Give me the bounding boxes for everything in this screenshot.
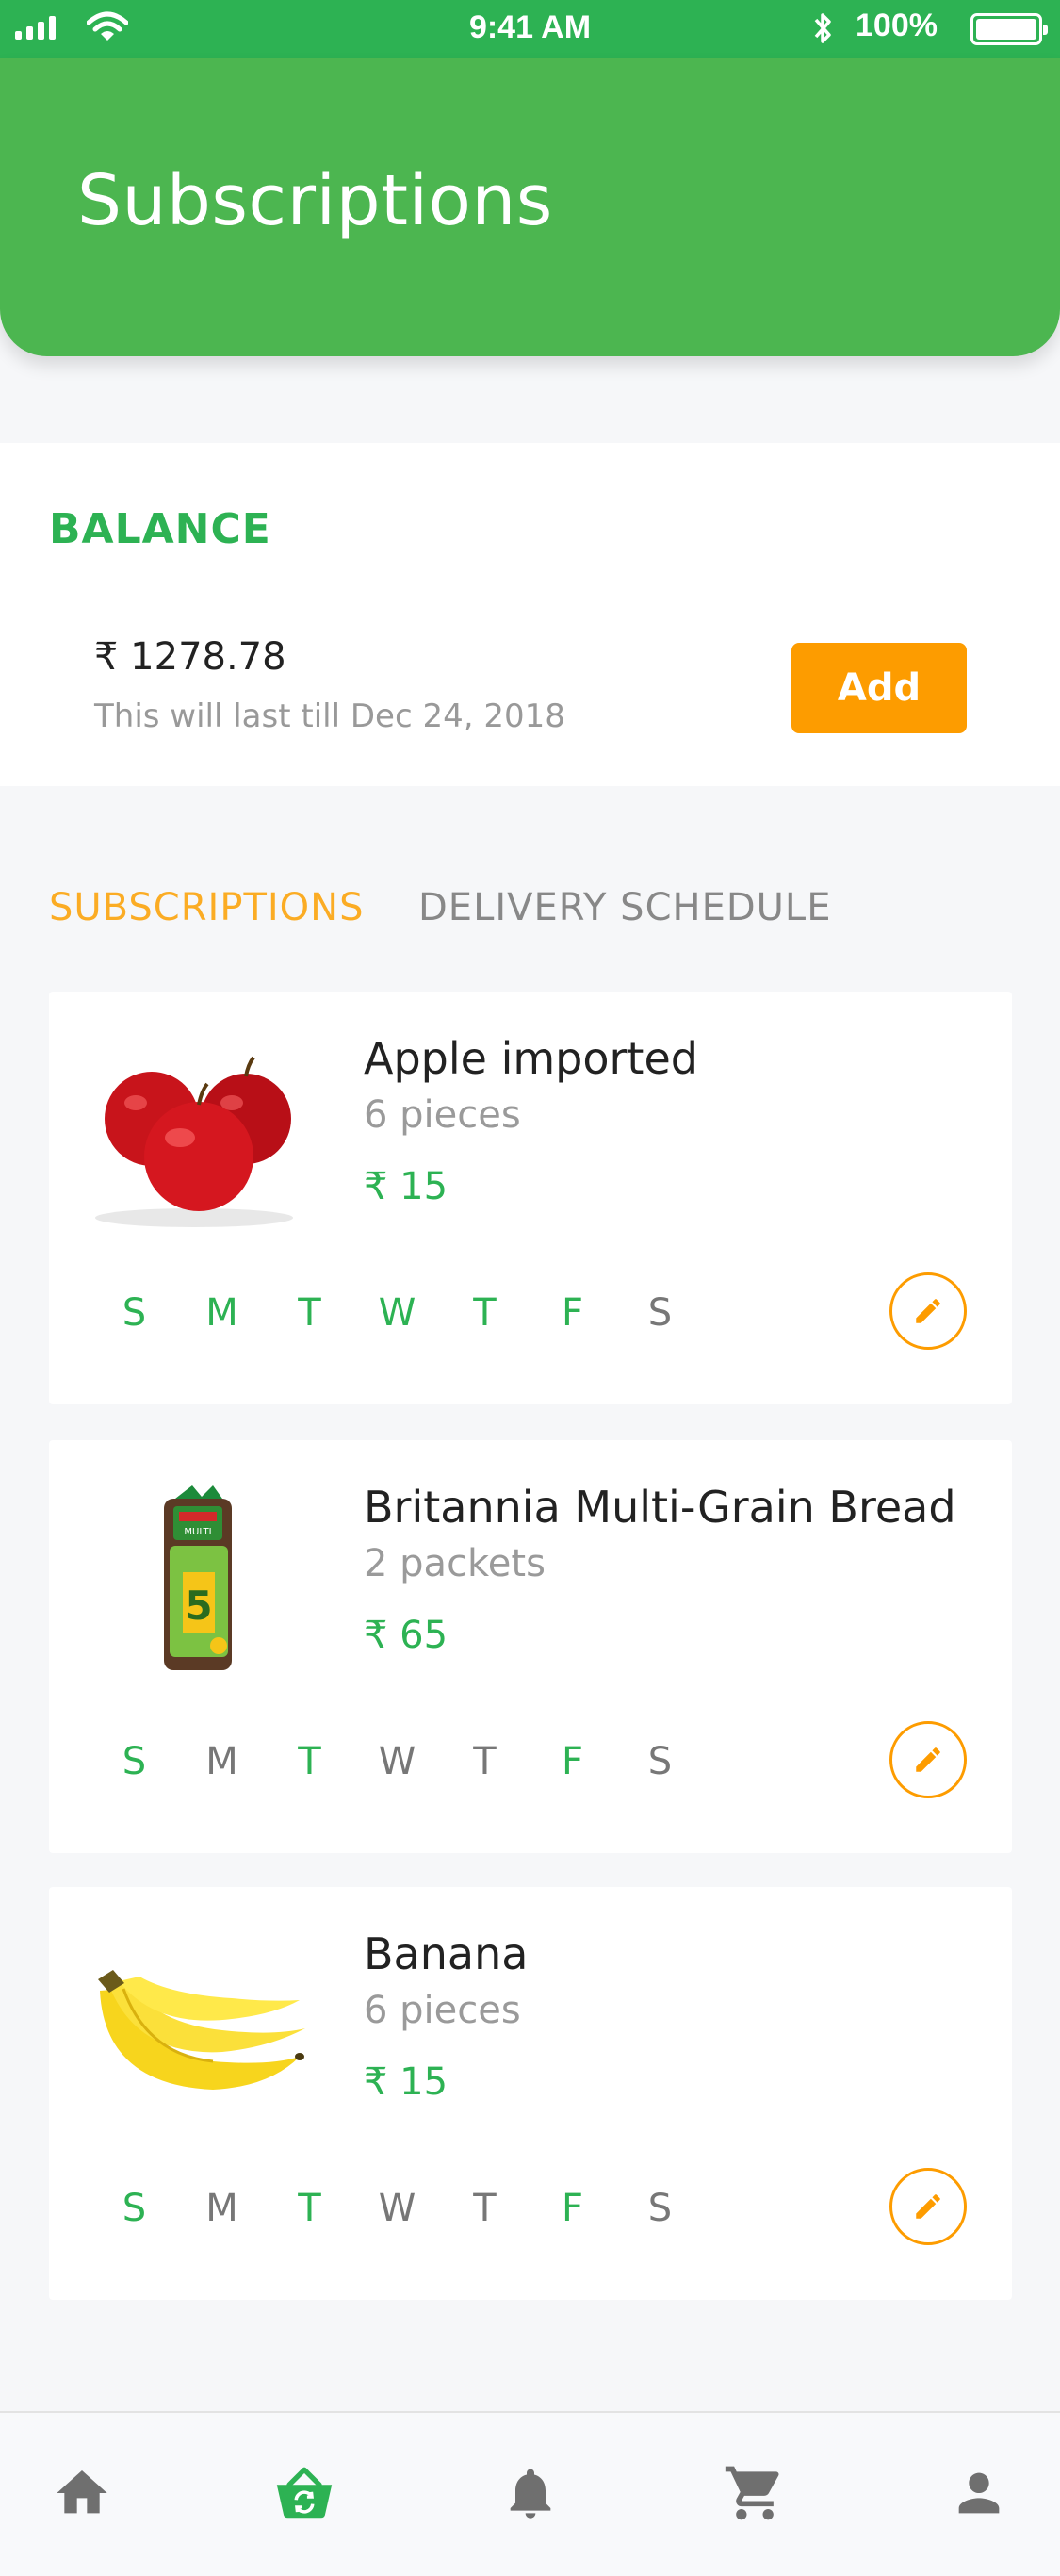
- delivery-days: S M T W T F S: [90, 1740, 704, 1783]
- battery-percent: 100%: [856, 8, 938, 43]
- bread-image: MULTI 5: [164, 1485, 232, 1670]
- svg-text:MULTI: MULTI: [184, 1527, 211, 1537]
- bluetooth-icon: [814, 13, 831, 43]
- day-thursday: T: [473, 1740, 497, 1783]
- nav-cart[interactable]: [722, 2460, 788, 2526]
- nav-notifications[interactable]: [497, 2460, 563, 2526]
- bell-icon: [510, 2469, 551, 2519]
- balance-amount: ₹ 1278.78: [94, 635, 286, 679]
- day-monday: M: [205, 1740, 238, 1783]
- add-balance-button[interactable]: Add: [791, 643, 967, 733]
- subscription-card-bread[interactable]: MULTI 5 Britannia Multi-Grain Bread 2 pa…: [49, 1440, 1012, 1853]
- banana-image: [98, 1970, 305, 2090]
- battery-icon: [970, 13, 1048, 45]
- pencil-icon: [916, 2194, 940, 2219]
- day-sunday: S: [122, 1291, 147, 1335]
- day-sunday: S: [122, 1740, 147, 1783]
- day-wednesday: W: [378, 1291, 416, 1335]
- day-saturday: S: [647, 1291, 673, 1335]
- day-thursday: T: [473, 1291, 497, 1335]
- bottom-nav: [0, 2411, 1060, 2576]
- product-name: Britannia Multi-Grain Bread: [364, 1482, 956, 1533]
- nav-profile[interactable]: [946, 2460, 1012, 2526]
- nav-subscriptions[interactable]: [271, 2460, 337, 2526]
- balance-label: BALANCE: [49, 505, 271, 553]
- day-thursday: T: [473, 2187, 497, 2230]
- home-icon: [57, 2470, 107, 2514]
- balance-valid-till: This will last till Dec 24, 2018: [94, 697, 565, 735]
- balance-card: BALANCE ₹ 1278.78 This will last till De…: [0, 443, 1060, 786]
- nav-home[interactable]: [49, 2460, 115, 2526]
- delivery-days: S M T W T F S: [90, 2187, 704, 2230]
- apple-image: [95, 1056, 293, 1227]
- day-sunday: S: [122, 2187, 147, 2230]
- subscription-card-apple[interactable]: Apple imported 6 pieces ₹ 15 S M T W T F…: [49, 992, 1012, 1404]
- subscription-basket-icon: [276, 2467, 333, 2519]
- product-price: ₹ 15: [364, 2060, 448, 2104]
- day-saturday: S: [647, 1740, 673, 1783]
- day-tuesday: T: [298, 1740, 321, 1783]
- page-header: Subscriptions: [0, 58, 1060, 356]
- day-monday: M: [205, 1291, 238, 1335]
- profile-icon: [958, 2472, 1000, 2514]
- day-monday: M: [205, 2187, 238, 2230]
- day-tuesday: T: [298, 1291, 321, 1335]
- tab-subscriptions[interactable]: SUBSCRIPTIONS: [49, 886, 364, 929]
- tab-delivery-schedule[interactable]: DELIVERY SCHEDULE: [418, 886, 831, 929]
- product-price: ₹ 65: [364, 1614, 448, 1657]
- edit-subscription-button[interactable]: [889, 1721, 967, 1798]
- day-friday: F: [561, 2187, 583, 2230]
- status-bar: 9:41 AM 100%: [0, 0, 1060, 58]
- product-quantity: 6 pieces: [364, 1093, 521, 1137]
- product-quantity: 6 pieces: [364, 1989, 521, 2032]
- delivery-days: S M T W T F S: [90, 1291, 704, 1335]
- day-friday: F: [561, 1740, 583, 1783]
- pencil-icon: [916, 1299, 940, 1323]
- day-friday: F: [561, 1291, 583, 1335]
- day-wednesday: W: [378, 2187, 416, 2230]
- page-title: Subscriptions: [77, 160, 553, 241]
- cart-icon: [725, 2466, 779, 2520]
- day-saturday: S: [647, 2187, 673, 2230]
- edit-subscription-button[interactable]: [889, 2168, 967, 2245]
- edit-subscription-button[interactable]: [889, 1272, 967, 1350]
- day-tuesday: T: [298, 2187, 321, 2230]
- product-price: ₹ 15: [364, 1165, 448, 1208]
- product-name: Banana: [364, 1928, 529, 1979]
- subscription-card-banana[interactable]: Banana 6 pieces ₹ 15 S M T W T F S: [49, 1887, 1012, 2300]
- svg-text:5: 5: [185, 1583, 212, 1629]
- product-quantity: 2 packets: [364, 1542, 546, 1585]
- product-name: Apple imported: [364, 1033, 698, 1084]
- day-wednesday: W: [378, 1740, 416, 1783]
- pencil-icon: [916, 1747, 940, 1772]
